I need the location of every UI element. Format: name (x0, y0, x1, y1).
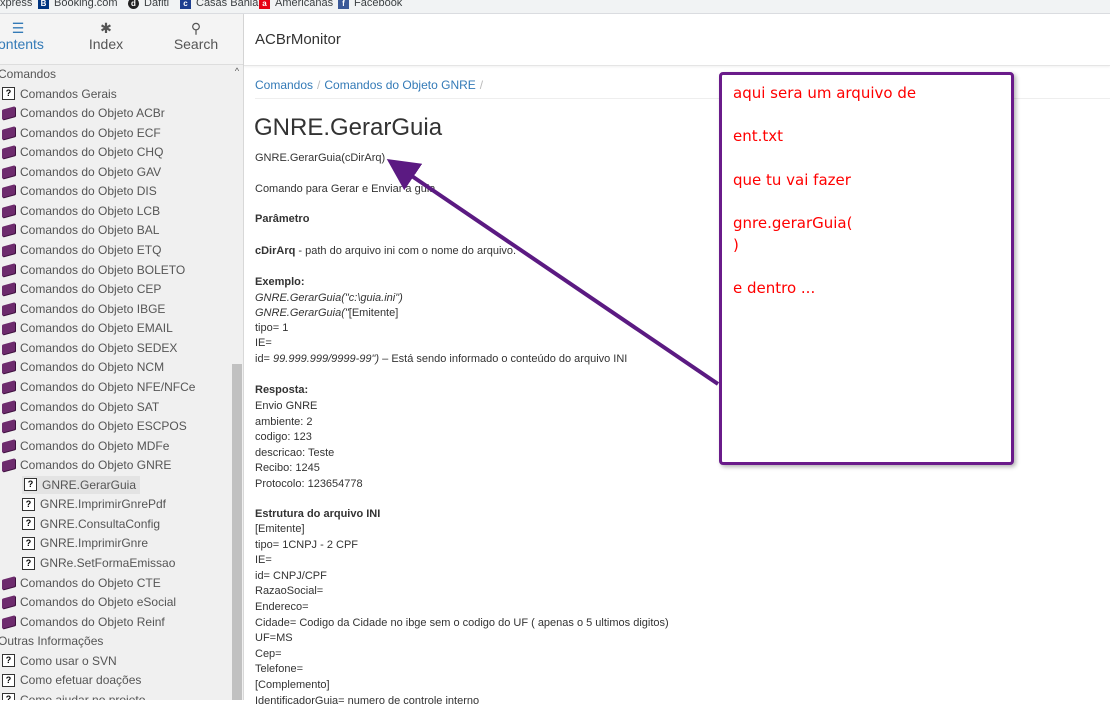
note-line-2: ent.txt (733, 127, 784, 145)
note-line-3: que tu vai fazer (733, 171, 851, 189)
note-line-4: gnre.gerarGuia( (733, 214, 853, 232)
note-line-1: aqui sera um arquivo de (733, 84, 917, 102)
note-line-5: ) (733, 236, 739, 254)
note-line-6: e dentro ... (733, 279, 816, 297)
arrow-line (386, 159, 720, 386)
annotation-note: aqui sera um arquivo de ent.txt que tu v… (719, 72, 1014, 465)
